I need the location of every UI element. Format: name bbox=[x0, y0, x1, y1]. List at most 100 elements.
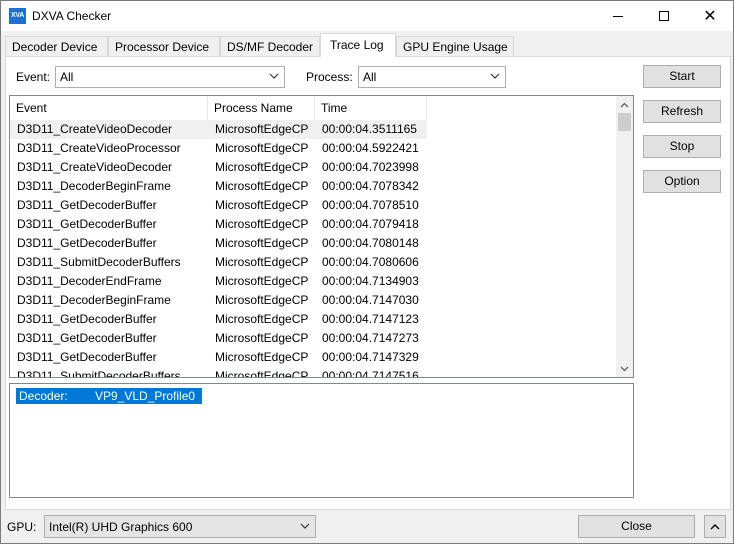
cell-time: 00:00:04.7147516 bbox=[322, 369, 419, 378]
event-filter-value: All bbox=[60, 70, 74, 84]
cell-event: D3D11_GetDecoderBuffer bbox=[17, 217, 157, 231]
cell-time: 00:00:04.7078342 bbox=[322, 179, 419, 193]
cell-process-name: MicrosoftEdgeCP bbox=[215, 160, 309, 174]
detail-selected-line[interactable]: Decoder: VP9_VLD_Profile0 bbox=[16, 388, 202, 404]
cell-time: 00:00:04.7147123 bbox=[322, 312, 419, 326]
tab-processor-device[interactable]: Processor Device bbox=[108, 36, 220, 56]
detail-key: Decoder: bbox=[19, 389, 68, 403]
table-row[interactable]: D3D11_CreateVideoDecoder MicrosoftEdgeCP 0… bbox=[10, 120, 616, 139]
cell-time: 00:00:04.7134903 bbox=[322, 274, 419, 288]
cell-event: D3D11_SubmitDecoderBuffers bbox=[17, 369, 181, 378]
scroll-up-button[interactable] bbox=[616, 96, 633, 113]
table-row[interactable]: D3D11_GetDecoderBuffer MicrosoftEdgeCP 00:… bbox=[10, 329, 616, 348]
cell-event: D3D11_GetDecoderBuffer bbox=[17, 331, 157, 345]
cell-time: 00:00:04.7147329 bbox=[322, 350, 419, 364]
minimize-button[interactable] bbox=[595, 1, 641, 31]
maximize-button[interactable] bbox=[641, 1, 687, 31]
process-filter-value: All bbox=[363, 70, 377, 84]
cell-event: D3D11_GetDecoderBuffer bbox=[17, 198, 157, 212]
option-button[interactable]: Option bbox=[643, 170, 721, 193]
tab-gpu-engine-usage[interactable]: GPU Engine Usage bbox=[396, 36, 514, 56]
cell-event: D3D11_CreateVideoProcessor bbox=[17, 141, 181, 155]
chevron-up-icon bbox=[620, 102, 629, 107]
cell-event: D3D11_DecoderBeginFrame bbox=[17, 179, 171, 193]
cell-event: D3D11_SubmitDecoderBuffers bbox=[17, 255, 181, 269]
cell-time: 00:00:04.7080606 bbox=[322, 255, 419, 269]
chevron-down-icon bbox=[620, 366, 629, 371]
table-row[interactable]: D3D11_GetDecoderBuffer MicrosoftEdgeCP 00:… bbox=[10, 310, 616, 329]
table-row[interactable]: D3D11_GetDecoderBuffer MicrosoftEdgeCP 00:… bbox=[10, 215, 616, 234]
refresh-button[interactable]: Refresh bbox=[643, 100, 721, 123]
column-header-process-name[interactable]: Process Name bbox=[208, 96, 315, 120]
cell-process-name: MicrosoftEdgeCP bbox=[215, 255, 309, 269]
list-header: Event Process Name Time bbox=[10, 96, 616, 120]
table-row[interactable]: D3D11_GetDecoderBuffer MicrosoftEdgeCP 00:… bbox=[10, 348, 616, 367]
chevron-down-icon bbox=[489, 70, 501, 82]
scroll-thumb[interactable] bbox=[618, 113, 631, 131]
event-filter-select[interactable]: All bbox=[55, 66, 285, 88]
maximize-icon bbox=[659, 11, 669, 21]
list-vertical-scrollbar[interactable] bbox=[616, 96, 633, 377]
list-body: D3D11_CreateVideoDecoder MicrosoftEdgeCP 0… bbox=[10, 120, 616, 378]
column-header-event[interactable]: Event bbox=[10, 96, 208, 120]
tab-ds-mf-decoder[interactable]: DS/MF Decoder bbox=[220, 36, 320, 56]
gpu-select[interactable]: Intel(R) UHD Graphics 600 bbox=[44, 515, 316, 538]
gpu-select-value: Intel(R) UHD Graphics 600 bbox=[49, 520, 193, 534]
stop-button[interactable]: Stop bbox=[643, 135, 721, 158]
event-filter-label: Event: bbox=[16, 70, 51, 84]
process-filter-select[interactable]: All bbox=[358, 66, 506, 88]
process-filter-label: Process: bbox=[306, 70, 353, 84]
column-header-time[interactable]: Time bbox=[315, 96, 427, 120]
cell-time: 00:00:04.7079418 bbox=[322, 217, 419, 231]
cell-process-name: MicrosoftEdgeCP bbox=[215, 198, 309, 212]
cell-process-name: MicrosoftEdgeCP bbox=[215, 293, 309, 307]
cell-event: D3D11_GetDecoderBuffer bbox=[17, 350, 157, 364]
trace-event-list[interactable]: Event Process Name Time D3D11_CreateVide… bbox=[9, 95, 634, 378]
cell-event: D3D11_GetDecoderBuffer bbox=[17, 312, 157, 326]
cell-time: 00:00:04.7147030 bbox=[322, 293, 419, 307]
tab-decoder-device[interactable]: Decoder Device bbox=[5, 36, 108, 56]
collapse-button[interactable] bbox=[704, 515, 726, 538]
table-row[interactable]: D3D11_DecoderBeginFrame MicrosoftEdgeCP 00… bbox=[10, 291, 616, 310]
window-title: DXVA Checker bbox=[32, 9, 112, 23]
cell-time: 00:00:04.7080148 bbox=[322, 236, 419, 250]
table-row[interactable]: D3D11_CreateVideoProcessor MicrosoftEdgeC… bbox=[10, 139, 616, 158]
chevron-down-icon bbox=[299, 520, 311, 532]
gpu-label: GPU: bbox=[7, 520, 37, 534]
table-row[interactable]: D3D11_SubmitDecoderBuffers MicrosoftEdgeC… bbox=[10, 367, 616, 378]
table-row[interactable]: D3D11_DecoderEndFrame MicrosoftEdgeCP 00:0… bbox=[10, 272, 616, 291]
cell-process-name: MicrosoftEdgeCP bbox=[215, 217, 309, 231]
close-window-button[interactable]: ✕ bbox=[687, 1, 733, 31]
cell-event: D3D11_DecoderEndFrame bbox=[17, 274, 162, 288]
table-row[interactable]: D3D11_CreateVideoDecoder MicrosoftEdgeCP 0… bbox=[10, 158, 616, 177]
table-row[interactable]: D3D11_GetDecoderBuffer MicrosoftEdgeCP 00:… bbox=[10, 196, 616, 215]
close-icon: ✕ bbox=[703, 6, 717, 25]
cell-process-name: MicrosoftEdgeCP bbox=[215, 179, 309, 193]
cell-time: 00:00:04.5922421 bbox=[322, 141, 419, 155]
cell-process-name: MicrosoftEdgeCP bbox=[215, 350, 309, 364]
table-row[interactable]: D3D11_SubmitDecoderBuffers MicrosoftEdgeC… bbox=[10, 253, 616, 272]
minimize-icon bbox=[613, 15, 623, 17]
title-bar: XVA DXVA Checker ✕ bbox=[1, 1, 733, 31]
tab-trace-log[interactable]: Trace Log bbox=[320, 33, 396, 57]
scroll-down-button[interactable] bbox=[616, 360, 633, 377]
event-detail-box[interactable]: Decoder: VP9_VLD_Profile0 bbox=[9, 383, 634, 498]
close-button[interactable]: Close bbox=[578, 515, 695, 538]
cell-process-name: MicrosoftEdgeCP bbox=[208, 120, 315, 139]
cell-process-name: MicrosoftEdgeCP bbox=[215, 274, 309, 288]
app-icon: XVA bbox=[9, 8, 26, 24]
cell-process-name: MicrosoftEdgeCP bbox=[215, 141, 309, 155]
chevron-up-icon bbox=[710, 524, 720, 530]
cell-event: D3D11_DecoderBeginFrame bbox=[17, 293, 171, 307]
start-button[interactable]: Start bbox=[643, 65, 721, 88]
cell-time: 00:00:04.3511165 bbox=[315, 120, 427, 139]
cell-process-name: MicrosoftEdgeCP bbox=[215, 331, 309, 345]
table-row[interactable]: D3D11_GetDecoderBuffer MicrosoftEdgeCP 00:… bbox=[10, 234, 616, 253]
chevron-down-icon bbox=[268, 70, 280, 82]
cell-process-name: MicrosoftEdgeCP bbox=[215, 312, 309, 326]
detail-value: VP9_VLD_Profile0 bbox=[95, 389, 196, 403]
cell-event: D3D11_CreateVideoDecoder bbox=[17, 160, 172, 174]
table-row[interactable]: D3D11_DecoderBeginFrame MicrosoftEdgeCP 00… bbox=[10, 177, 616, 196]
cell-process-name: MicrosoftEdgeCP bbox=[215, 236, 309, 250]
cell-time: 00:00:04.7147273 bbox=[322, 331, 419, 345]
